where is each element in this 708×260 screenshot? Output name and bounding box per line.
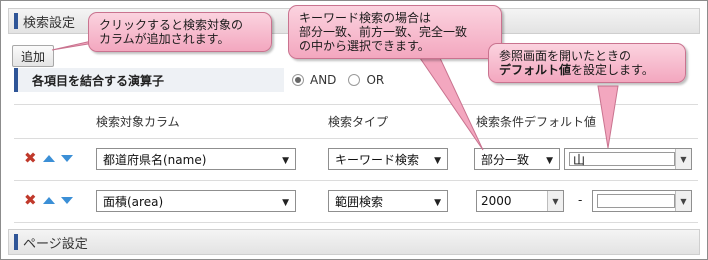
chevron-down-icon: ▼	[434, 198, 441, 208]
move-up-icon[interactable]	[42, 197, 55, 204]
table-divider	[14, 180, 698, 181]
delete-icon[interactable]: ✖	[24, 193, 37, 208]
column-header-target: 検索対象カラム	[96, 114, 180, 129]
callout-text: 参照画面を開いたときの	[499, 49, 632, 63]
range-from-value: 2000	[481, 194, 512, 208]
chevron-down-icon: ▼	[546, 156, 553, 166]
callout-bold-text: デフォルト値	[499, 63, 572, 77]
callout-add-column: クリックすると検索対象の カラムが追加されます。	[88, 12, 272, 52]
range-from-combo[interactable]: 2000 ▼	[476, 190, 564, 212]
operator-and-radio[interactable]	[292, 74, 304, 86]
page-settings-header[interactable]: ページ設定	[8, 229, 700, 255]
range-to-input-box	[597, 194, 675, 208]
operator-or-label: OR	[366, 73, 385, 87]
callout-text: キーワード検索の場合は	[299, 11, 432, 25]
search-type-value: 範囲検索	[335, 194, 384, 209]
delete-icon[interactable]: ✖	[24, 151, 37, 166]
callout-text: 部分一致、前方一致、完全一致	[299, 25, 468, 39]
match-type-value: 部分一致	[481, 152, 530, 167]
chevron-down-icon: ▼	[434, 156, 441, 166]
target-column-select[interactable]: 都道府県名(name) ▼	[96, 148, 296, 170]
callout-text: の中から選択できます。	[299, 39, 430, 53]
chevron-down-icon: ▼	[282, 156, 289, 166]
page-settings-title: ページ設定	[23, 236, 88, 252]
operator-label: 各項目を結合する演算子	[14, 68, 284, 92]
column-header-search-type: 検索タイプ	[328, 114, 389, 129]
add-column-button[interactable]: 追加	[12, 45, 55, 67]
callout-text: クリックすると検索対象の	[99, 18, 244, 32]
chevron-down-icon[interactable]: ▼	[675, 149, 691, 169]
default-value-combo[interactable]: 山 ▼	[564, 148, 692, 170]
search-type-select[interactable]: キーワード検索 ▼	[328, 148, 448, 170]
default-value-text: 山	[573, 152, 586, 167]
match-type-select[interactable]: 部分一致 ▼	[474, 148, 560, 170]
chevron-down-icon[interactable]: ▼	[547, 191, 563, 211]
callout-text: デフォルト値を設定します。	[499, 63, 675, 77]
search-type-select[interactable]: 範囲検索 ▼	[328, 190, 448, 212]
move-down-icon[interactable]	[60, 155, 73, 162]
search-type-value: キーワード検索	[335, 152, 420, 167]
search-settings-title: 検索設定	[23, 15, 76, 31]
target-column-value: 都道府県名(name)	[103, 152, 207, 167]
table-row-actions: ✖	[24, 193, 73, 208]
range-separator: -	[578, 193, 583, 207]
chevron-down-icon[interactable]: ▼	[675, 191, 691, 211]
operator-or-radio[interactable]	[348, 74, 361, 86]
move-up-icon[interactable]	[42, 155, 55, 162]
target-column-value: 面積(area)	[103, 194, 164, 209]
operator-radio-group: AND OR	[284, 68, 384, 92]
search-column-table: 検索対象カラム 検索タイプ 検索条件デフォルト値 ✖ 都道府県名(name) ▼…	[14, 104, 698, 223]
target-column-select[interactable]: 面積(area) ▼	[96, 190, 296, 212]
range-to-combo[interactable]: ▼	[592, 190, 692, 212]
callout-text-rest: を設定します。	[571, 63, 654, 77]
column-header-default-value: 検索条件デフォルト値	[476, 114, 597, 129]
callout-keyword-search: キーワード検索の場合は 部分一致、前方一致、完全一致 の中から選択できます。	[288, 5, 502, 59]
callout-default-value: 参照画面を開いたときの デフォルト値を設定します。	[488, 43, 686, 83]
callout-text: カラムが追加されます。	[99, 32, 230, 46]
table-divider	[14, 138, 698, 139]
table-row-actions: ✖	[24, 151, 73, 166]
table-divider	[14, 222, 698, 223]
operator-and-label: AND	[310, 73, 337, 87]
move-down-icon[interactable]	[60, 197, 73, 204]
chevron-down-icon: ▼	[282, 198, 289, 208]
